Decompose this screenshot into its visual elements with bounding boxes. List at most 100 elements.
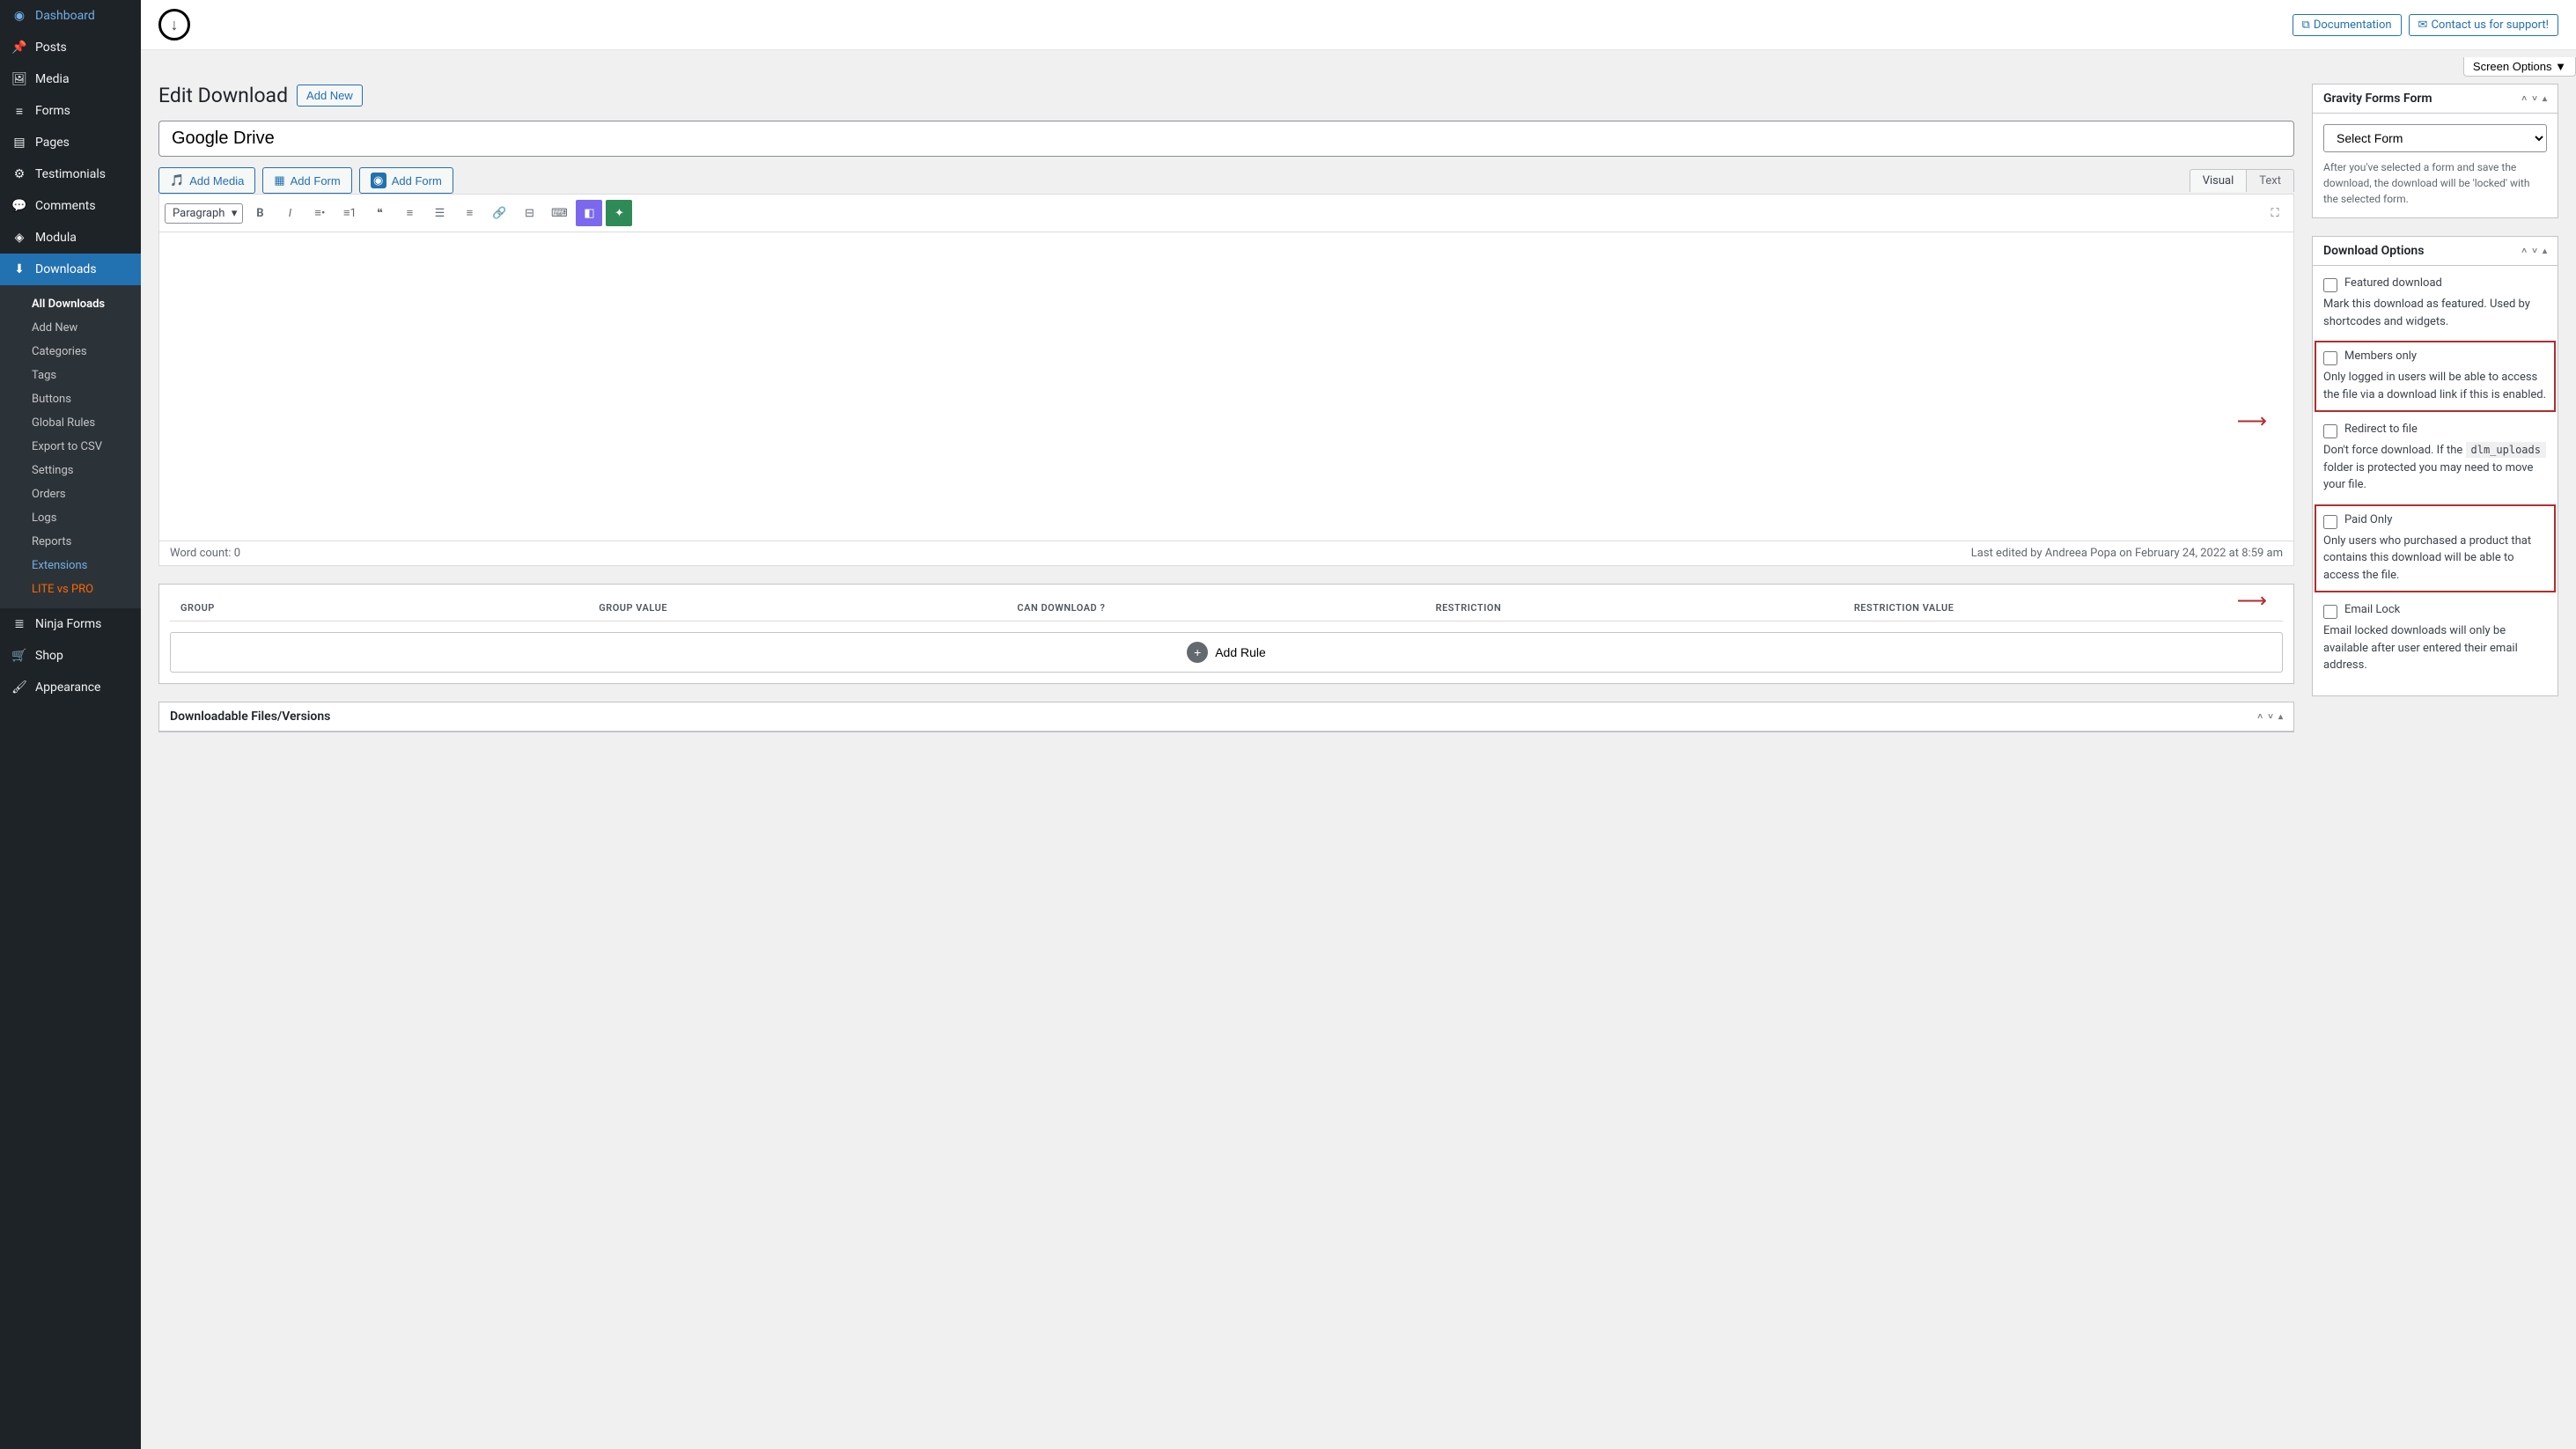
submenu-item-lite-vs-pro[interactable]: LITE vs PRO <box>0 577 141 601</box>
camera-music-icon: 🎵 <box>170 173 184 188</box>
quote-icon[interactable]: ❝ <box>366 200 393 226</box>
menu-icon: 🖼 <box>11 70 28 88</box>
submenu-item-categories[interactable]: Categories <box>0 340 141 364</box>
redirect-checkbox[interactable] <box>2323 424 2337 438</box>
bullet-list-icon[interactable]: ≡• <box>306 200 333 226</box>
menu-icon: ≣ <box>11 615 28 633</box>
featured-desc: Mark this download as featured. Used by … <box>2323 296 2547 330</box>
sidebar-item-comments[interactable]: 💬Comments <box>0 190 141 222</box>
download-title-input[interactable] <box>158 121 2294 157</box>
download-options-title: Download Options <box>2323 244 2424 258</box>
documentation-link[interactable]: ⧉Documentation <box>2293 14 2402 36</box>
visual-tab[interactable]: Visual <box>2190 169 2248 192</box>
text-tab[interactable]: Text <box>2247 169 2294 192</box>
members-only-highlight: Members only Only logged in users will b… <box>2315 341 2556 412</box>
add-new-button[interactable]: Add New <box>297 85 363 107</box>
align-center-icon[interactable]: ☰ <box>426 200 453 226</box>
files-box-title: Downloadable Files/Versions <box>170 710 330 724</box>
sidebar-item-ninja-forms[interactable]: ≣Ninja Forms <box>0 608 141 640</box>
bold-icon[interactable]: B <box>247 200 273 226</box>
gravity-helper-text: After you've selected a form and save th… <box>2323 159 2547 207</box>
submenu-item-logs[interactable]: Logs <box>0 506 141 530</box>
link-icon[interactable]: 🔗 <box>486 200 512 226</box>
download-options-postbox: Download Options ˄ ˅ ▴ Featured download… <box>2312 236 2558 696</box>
sidebar-item-media[interactable]: 🖼Media <box>0 63 141 95</box>
sidebar-item-shop[interactable]: 🛒Shop <box>0 640 141 672</box>
gravity-form-select[interactable]: Select Form <box>2323 124 2547 152</box>
paid-only-checkbox[interactable] <box>2323 515 2337 529</box>
menu-icon: 🖌 <box>11 679 28 696</box>
menu-icon: ⬇ <box>11 261 28 278</box>
redirect-desc: Don't force download. If the dlm_uploads… <box>2323 442 2547 494</box>
submenu-item-extensions[interactable]: Extensions <box>0 554 141 577</box>
rules-column-header: CAN DOWNLOAD ? <box>1017 602 1435 614</box>
members-only-label: Members only <box>2344 349 2417 363</box>
chevron-up-icon[interactable]: ˄ <box>2257 712 2263 722</box>
featured-checkbox[interactable] <box>2323 278 2337 292</box>
email-lock-checkbox[interactable] <box>2323 605 2337 619</box>
sidebar-item-posts[interactable]: 📌Posts <box>0 32 141 63</box>
fullscreen-icon[interactable]: ⛶ <box>2262 200 2288 226</box>
shortcode-icon[interactable]: ⌨ <box>546 200 572 226</box>
toggle-triangle-icon[interactable]: ▴ <box>2543 246 2547 256</box>
submenu-item-buttons[interactable]: Buttons <box>0 387 141 411</box>
chevron-up-icon[interactable]: ˄ <box>2521 246 2527 256</box>
chevron-down-icon[interactable]: ˅ <box>2532 94 2537 104</box>
rules-column-header: RESTRICTION VALUE <box>1854 602 2272 614</box>
menu-icon: 💬 <box>11 197 28 215</box>
numbered-list-icon[interactable]: ≡1 <box>336 200 363 226</box>
menu-icon: 🛒 <box>11 647 28 665</box>
menu-icon: ≡ <box>11 102 28 120</box>
featured-label: Featured download <box>2344 276 2442 290</box>
menu-icon: ◈ <box>11 229 28 246</box>
contact-support-link[interactable]: ✉Contact us for support! <box>2409 14 2558 36</box>
mail-icon: ✉ <box>2418 18 2428 32</box>
submenu-item-reports[interactable]: Reports <box>0 530 141 554</box>
gravity-icon: ◉ <box>371 173 386 188</box>
sidebar-item-downloads[interactable]: ⬇Downloads <box>0 254 141 285</box>
menu-icon: ▤ <box>11 134 28 151</box>
main-content: ↓ ⧉Documentation ✉Contact us for support… <box>141 0 2576 768</box>
access-rules-metabox: GROUPGROUP VALUECAN DOWNLOAD ?RESTRICTIO… <box>158 584 2294 684</box>
download-logo-icon: ↓ <box>158 9 190 40</box>
editor-textarea[interactable]: ⟶ <box>159 232 2293 541</box>
sidebar-item-modula[interactable]: ◈Modula <box>0 222 141 254</box>
admin-sidebar: ◉Dashboard📌Posts🖼Media≡Forms▤Pages⚙Testi… <box>0 0 141 1449</box>
members-only-desc: Only logged in users will be able to acc… <box>2323 369 2547 403</box>
submenu-item-tags[interactable]: Tags <box>0 364 141 387</box>
submenu-item-export-to-csv[interactable]: Export to CSV <box>0 435 141 459</box>
submenu-item-orders[interactable]: Orders <box>0 482 141 506</box>
sidebar-item-forms[interactable]: ≡Forms <box>0 95 141 127</box>
sidebar-item-testimonials[interactable]: ⚙Testimonials <box>0 158 141 190</box>
sidebar-item-appearance[interactable]: 🖌Appearance <box>0 672 141 703</box>
screen-options-toggle[interactable]: Screen Options ▼ <box>2463 57 2576 77</box>
purple-block-icon[interactable]: ◧ <box>576 200 602 226</box>
members-only-checkbox[interactable] <box>2323 351 2337 365</box>
more-icon[interactable]: ⊟ <box>516 200 542 226</box>
submenu-item-add-new[interactable]: Add New <box>0 316 141 340</box>
align-right-icon[interactable]: ≡ <box>456 200 482 226</box>
sidebar-item-pages[interactable]: ▤Pages <box>0 127 141 158</box>
submenu-item-global-rules[interactable]: Global Rules <box>0 411 141 435</box>
green-block-icon[interactable]: ✦ <box>606 200 632 226</box>
sidebar-item-dashboard[interactable]: ◉Dashboard <box>0 0 141 32</box>
toggle-triangle-icon[interactable]: ▴ <box>2278 712 2283 722</box>
submenu-item-all-downloads[interactable]: All Downloads <box>0 292 141 316</box>
rules-column-header: GROUP VALUE <box>599 602 1017 614</box>
submenu-item-settings[interactable]: Settings <box>0 459 141 482</box>
add-form-button-2[interactable]: ◉Add Form <box>359 167 453 194</box>
align-left-icon[interactable]: ≡ <box>396 200 423 226</box>
plugin-topbar: ↓ ⧉Documentation ✉Contact us for support… <box>141 0 2576 50</box>
add-media-button[interactable]: 🎵Add Media <box>158 167 255 194</box>
paid-only-highlight: Paid Only Only users who purchased a pro… <box>2315 504 2556 593</box>
add-form-button-1[interactable]: ▦Add Form <box>262 167 351 194</box>
chevron-down-icon[interactable]: ˅ <box>2268 712 2273 722</box>
chevron-down-icon[interactable]: ˅ <box>2532 246 2537 256</box>
paragraph-dropdown[interactable]: Paragraph ▾ <box>165 203 243 224</box>
add-rule-button[interactable]: + Add Rule <box>170 632 2283 673</box>
gravity-title: Gravity Forms Form <box>2323 92 2432 106</box>
toggle-triangle-icon[interactable]: ▴ <box>2543 94 2547 104</box>
word-count: Word count: 0 <box>170 547 240 560</box>
italic-icon[interactable]: I <box>276 200 303 226</box>
chevron-up-icon[interactable]: ˄ <box>2521 94 2527 104</box>
